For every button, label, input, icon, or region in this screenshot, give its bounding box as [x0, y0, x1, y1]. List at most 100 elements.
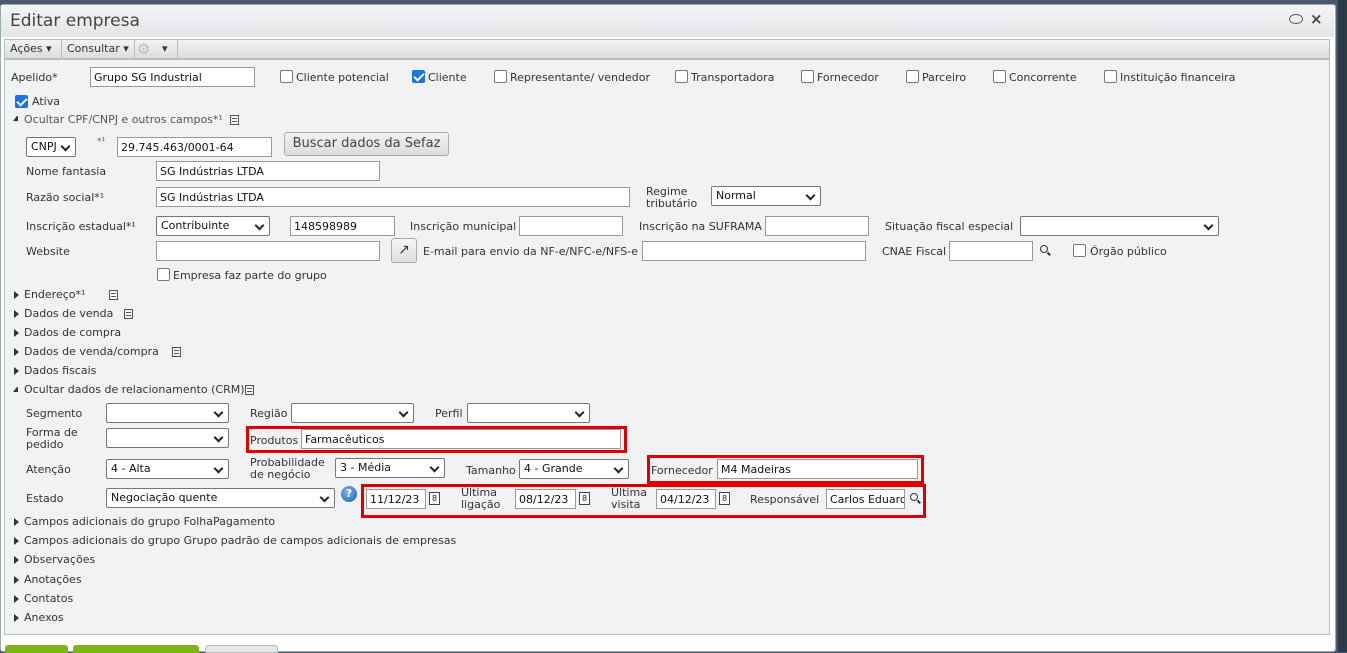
calendar-icon[interactable]: 8	[429, 492, 440, 505]
ultima-ligacao-input[interactable]: 08/12/23	[515, 489, 576, 509]
grupo-checkbox[interactable]	[157, 268, 170, 281]
expand-triangle-icon[interactable]	[14, 348, 19, 356]
scrollbar[interactable]	[1338, 0, 1347, 652]
doc-type-select[interactable]: CNPJ	[26, 137, 76, 157]
suframa-input[interactable]	[765, 216, 869, 236]
nome-fantasia-input[interactable]: SG Indústrias LTDA	[156, 161, 380, 181]
calendar-icon[interactable]: 8	[579, 492, 590, 505]
apelido-label: Apelido*	[11, 71, 58, 84]
im-input[interactable]	[519, 216, 623, 236]
expand-triangle-icon[interactable]	[14, 575, 19, 584]
probabilidade-select[interactable]: 3 - Média	[335, 458, 445, 478]
section-toggle[interactable]: Dados de compra	[24, 326, 121, 339]
expand-triangle-icon[interactable]	[14, 614, 19, 622]
situacao-select[interactable]	[1020, 216, 1219, 236]
atencao-label: Atenção	[26, 463, 71, 476]
type-checkbox[interactable]	[280, 70, 293, 83]
consult-menu[interactable]: Consultar ▾	[67, 41, 129, 57]
segmento-select[interactable]	[106, 403, 229, 423]
calendar-icon[interactable]: 8	[719, 492, 730, 505]
expand-triangle-icon[interactable]	[14, 310, 19, 318]
type-checkbox[interactable]	[801, 70, 814, 83]
window-title: Editar empresa	[10, 11, 140, 31]
help-icon[interactable]: ?	[341, 486, 357, 502]
chat-icon[interactable]	[1289, 14, 1303, 24]
document-icon[interactable]	[124, 309, 133, 319]
expand-triangle-icon[interactable]	[14, 329, 19, 337]
actions-menu[interactable]: Ações ▾	[10, 41, 52, 57]
cpf-section-toggle[interactable]: Ocultar CPF/CNPJ e outros campos*¹	[24, 113, 223, 126]
gear-icon[interactable]: ⚙	[137, 41, 150, 57]
section-toggle[interactable]: Dados fiscais	[24, 364, 96, 377]
date-input[interactable]: 11/12/23	[366, 489, 426, 509]
document-icon[interactable]	[172, 347, 181, 357]
expand-triangle-icon[interactable]	[14, 291, 19, 299]
ultima-visita-input[interactable]: 04/12/23	[656, 489, 716, 509]
responsavel-label: Responsável	[750, 493, 820, 506]
open-external-link-icon[interactable]: ↗	[391, 238, 417, 263]
document-icon[interactable]	[245, 385, 254, 395]
section-toggle[interactable]: Observações	[24, 553, 95, 566]
gear-dropdown-icon[interactable]: ▾	[162, 41, 168, 57]
fornecedor-input[interactable]: M4 Madeiras	[717, 459, 918, 479]
ativa-checkbox[interactable]	[15, 95, 28, 108]
section-toggle[interactable]: Anexos	[24, 611, 64, 624]
cnpj-input[interactable]: 29.745.463/0001-64	[117, 137, 272, 157]
section-toggle[interactable]: Contatos	[24, 592, 73, 605]
section-toggle[interactable]: Campos adicionais do grupo FolhaPagament…	[24, 515, 275, 528]
expand-triangle-icon[interactable]	[14, 594, 19, 603]
search-icon[interactable]	[910, 493, 918, 501]
section-toggle[interactable]: Anotações	[24, 573, 82, 586]
collapse-triangle-icon[interactable]	[13, 387, 18, 392]
section-toggle[interactable]: Dados de venda/compra	[24, 345, 159, 358]
type-checkbox[interactable]	[1104, 70, 1117, 83]
section-toggle[interactable]: Endereço*¹	[24, 288, 85, 301]
regiao-label: Região	[250, 407, 288, 420]
apelido-input[interactable]: Grupo SG Industrial	[90, 67, 255, 87]
website-input[interactable]	[156, 241, 380, 261]
collapse-triangle-icon[interactable]	[13, 116, 18, 121]
crm-section-toggle[interactable]: Ocultar dados de relacionamento (CRM)	[24, 383, 245, 396]
perfil-select[interactable]	[467, 403, 590, 423]
orgao-publico-checkbox[interactable]	[1073, 244, 1086, 257]
probabilidade-label: Probabilidade de negócio	[250, 456, 325, 481]
cnae-label: CNAE Fiscal	[882, 245, 947, 258]
forma-pedido-select[interactable]	[106, 428, 229, 448]
divider	[177, 40, 178, 58]
cnae-input[interactable]	[949, 241, 1033, 261]
expand-triangle-icon[interactable]	[14, 537, 19, 546]
document-icon[interactable]	[109, 290, 118, 300]
section-toggle[interactable]: Campos adicionais do grupo Grupo padrão …	[24, 534, 456, 547]
section-toggle[interactable]: Dados de venda	[24, 307, 113, 320]
ie-label: Inscrição estadual*¹	[26, 220, 136, 233]
regime-select[interactable]: Normal	[711, 186, 821, 206]
type-checkbox[interactable]	[494, 70, 507, 83]
regiao-select[interactable]	[291, 403, 414, 423]
type-checkbox[interactable]	[675, 70, 688, 83]
estado-select[interactable]: Negociação quente	[106, 488, 335, 508]
type-checkbox[interactable]	[412, 70, 425, 83]
sefaz-button[interactable]: Buscar dados da Sefaz	[284, 132, 449, 156]
website-label: Website	[26, 245, 70, 258]
type-checkbox[interactable]	[993, 70, 1006, 83]
atencao-select[interactable]: 4 - Alta	[106, 459, 229, 479]
razao-social-input[interactable]: SG Indústrias LTDA	[156, 187, 630, 207]
produtos-input[interactable]: Farmacêuticos	[301, 429, 621, 449]
close-icon[interactable]: ×	[1310, 10, 1323, 28]
ie-input[interactable]: 148598989	[290, 216, 395, 236]
expand-triangle-icon[interactable]	[14, 556, 19, 565]
estado-label: Estado	[26, 492, 64, 505]
razao-social-label: Razão social*¹	[26, 191, 105, 204]
ie-type-select[interactable]: Contribuinte	[156, 216, 270, 236]
type-label: Instituição financeira	[1120, 71, 1236, 84]
type-checkbox[interactable]	[906, 70, 919, 83]
expand-triangle-icon[interactable]	[14, 518, 19, 526]
actions-label: Ações	[10, 42, 43, 55]
email-input[interactable]	[642, 241, 866, 261]
search-icon[interactable]	[1040, 245, 1048, 253]
expand-triangle-icon[interactable]	[14, 367, 19, 375]
document-icon[interactable]	[230, 115, 239, 125]
responsavel-input[interactable]: Carlos Eduard	[826, 489, 905, 509]
tamanho-select[interactable]: 4 - Grande	[519, 459, 629, 479]
produtos-label: Produtos	[250, 434, 299, 447]
